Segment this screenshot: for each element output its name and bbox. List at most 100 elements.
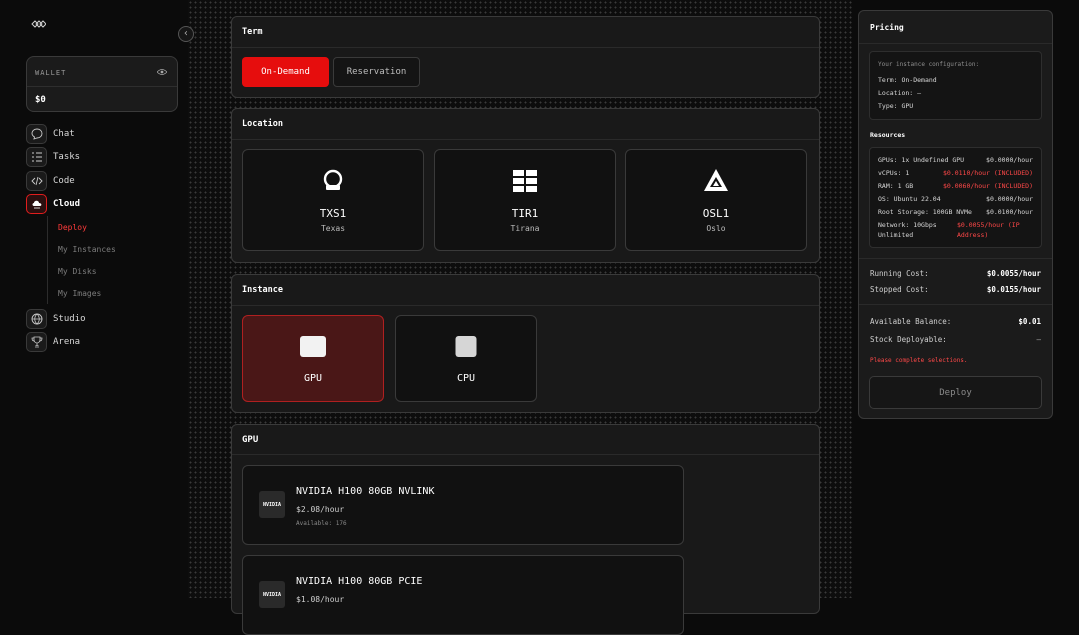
term-card: Term On-Demand Reservation xyxy=(231,16,820,98)
location-code: TXS1 xyxy=(319,207,347,220)
divider xyxy=(859,304,1052,305)
logo-icon[interactable] xyxy=(30,17,46,31)
running-cost-label: Running Cost: xyxy=(870,269,929,278)
submenu-my-disks[interactable]: My Disks xyxy=(58,267,97,276)
nav-label: Tasks xyxy=(53,152,81,162)
location-city: Oslo xyxy=(706,224,726,233)
location-card: Location TXS1 Texas TIR1 Tirana OSL1 Osl… xyxy=(231,108,820,263)
cpu-icon xyxy=(455,336,477,357)
resource-price: $0.0055/hour (IP xyxy=(957,221,1020,229)
gpu-price: $2.08/hour xyxy=(296,505,345,514)
nav-label: Cloud xyxy=(53,199,81,209)
divider xyxy=(859,258,1052,259)
resource-price: $0.0110/hour (INCLUDED) xyxy=(942,169,1033,177)
config-header: Your instance configuration: xyxy=(878,61,980,68)
instance-option-gpu[interactable]: GPU xyxy=(242,315,384,402)
resource-label: Root Storage: 100GB NVMe xyxy=(878,208,972,216)
balance-label: Available Balance: xyxy=(870,317,952,326)
submenu-deploy[interactable]: Deploy xyxy=(58,223,87,232)
resource-price: $0.0000/hour xyxy=(986,195,1033,203)
instance-title: Instance xyxy=(232,275,819,306)
nav-item-cloud[interactable]: Cloud xyxy=(26,194,80,214)
nav-item-code[interactable]: Code xyxy=(26,171,75,191)
location-city: Texas xyxy=(320,224,346,233)
texas-location-icon xyxy=(323,169,343,190)
resources-title: Resources xyxy=(870,131,906,139)
location-option-tir1[interactable]: TIR1 Tirana xyxy=(434,149,616,251)
divider xyxy=(859,43,1052,44)
chat-icon xyxy=(26,124,47,144)
sidebar: WALLET $0 Chat Tasks Code Cloud Deploy M… xyxy=(0,0,188,598)
submenu-my-images[interactable]: My Images xyxy=(58,289,101,298)
config-term: Term: On-Demand xyxy=(878,76,937,84)
location-city: Tirana xyxy=(510,224,540,233)
instance-label: CPU xyxy=(456,373,476,384)
submenu-line xyxy=(47,216,48,304)
resource-label: vCPUs: 1 xyxy=(878,169,910,177)
stopped-cost-label: Stopped Cost: xyxy=(870,285,929,294)
gpu-name: NVIDIA H100 80GB NVLINK xyxy=(296,486,435,497)
eye-icon[interactable] xyxy=(157,68,167,76)
divider xyxy=(27,86,177,87)
running-cost-value: $0.0055/hour xyxy=(986,269,1041,278)
nav-item-studio[interactable]: Studio xyxy=(26,309,86,329)
resource-label: Network: 10Gbps xyxy=(878,221,937,229)
gpu-price: $1.08/hour xyxy=(296,595,345,604)
nvidia-logo-icon: NVIDIA xyxy=(259,491,285,518)
gpu-card: GPU NVIDIA NVIDIA H100 80GB NVLINK $2.08… xyxy=(231,424,820,635)
config-type: Type: GPU xyxy=(878,102,914,110)
wallet-balance: $0 xyxy=(35,95,46,105)
location-title: Location xyxy=(232,109,819,140)
collapse-sidebar-button[interactable]: ‹ xyxy=(178,26,194,42)
oslo-location-icon xyxy=(704,169,728,191)
config-box: Your instance configuration: Term: On-De… xyxy=(869,51,1042,120)
gpu-title: GPU xyxy=(232,425,819,455)
resource-price: Address) xyxy=(957,231,989,239)
location-code: TIR1 xyxy=(511,207,539,220)
stock-label: Stock Deployable: xyxy=(870,335,947,344)
pricing-panel: Pricing Your instance configuration: Ter… xyxy=(858,10,1053,419)
gpu-option[interactable]: NVIDIA NVIDIA H100 80GB NVLINK $2.08/hou… xyxy=(242,465,684,545)
validation-warning: Please complete selections. xyxy=(870,357,968,364)
submenu-my-instances[interactable]: My Instances xyxy=(58,245,116,254)
resource-label: OS: Ubuntu 22.04 xyxy=(878,195,941,203)
resource-label: RAM: 1 GB xyxy=(878,182,914,190)
deploy-button[interactable]: Deploy xyxy=(869,376,1042,409)
cloud-icon xyxy=(26,194,47,214)
running-cost-row: Running Cost: $0.0055/hour xyxy=(870,269,1041,278)
balance-value: $0.01 xyxy=(1018,317,1041,326)
resources-box: GPUs: 1x Undefined GPU $0.0000/hour vCPU… xyxy=(869,147,1042,248)
location-option-osl1[interactable]: OSL1 Oslo xyxy=(625,149,807,251)
stopped-cost-value: $0.0155/hour xyxy=(986,285,1041,294)
term-title: Term xyxy=(232,17,819,48)
chevron-left-icon: ‹ xyxy=(182,28,190,39)
term-on-demand-button[interactable]: On-Demand xyxy=(242,57,329,87)
resource-price: $0.0100/hour xyxy=(986,208,1033,216)
gpu-icon xyxy=(300,336,326,357)
instance-card: Instance GPU CPU xyxy=(231,274,820,413)
config-location: Location: – xyxy=(878,89,922,97)
resource-price: $0.0060/hour (INCLUDED) xyxy=(942,182,1033,190)
stopped-cost-row: Stopped Cost: $0.0155/hour xyxy=(870,285,1041,294)
nav-item-tasks[interactable]: Tasks xyxy=(26,147,80,167)
nvidia-logo-icon: NVIDIA xyxy=(259,581,285,608)
wallet-label: WALLET xyxy=(35,69,67,77)
resource-label: GPUs: 1x Undefined GPU xyxy=(878,156,965,164)
wallet-card: WALLET $0 xyxy=(26,56,178,112)
stock-value: — xyxy=(1036,335,1041,344)
balance-row: Available Balance: $0.01 xyxy=(870,317,1041,326)
instance-option-cpu[interactable]: CPU xyxy=(395,315,537,402)
globe-icon xyxy=(26,309,47,329)
nav-item-arena[interactable]: Arena xyxy=(26,332,80,352)
gpu-option[interactable]: NVIDIA NVIDIA H100 80GB PCIE $1.08/hour xyxy=(242,555,684,635)
gpu-availability: Available: 176 xyxy=(296,520,347,527)
resource-price: $0.0000/hour xyxy=(986,156,1033,164)
location-code: OSL1 xyxy=(702,207,730,220)
stock-row: Stock Deployable: — xyxy=(870,335,1041,344)
term-reservation-button[interactable]: Reservation xyxy=(333,57,420,87)
tirana-location-icon xyxy=(513,170,537,192)
nav-label: Studio xyxy=(53,314,86,324)
pricing-title: Pricing xyxy=(870,23,904,32)
location-option-txs1[interactable]: TXS1 Texas xyxy=(242,149,424,251)
nav-item-chat[interactable]: Chat xyxy=(26,124,75,144)
